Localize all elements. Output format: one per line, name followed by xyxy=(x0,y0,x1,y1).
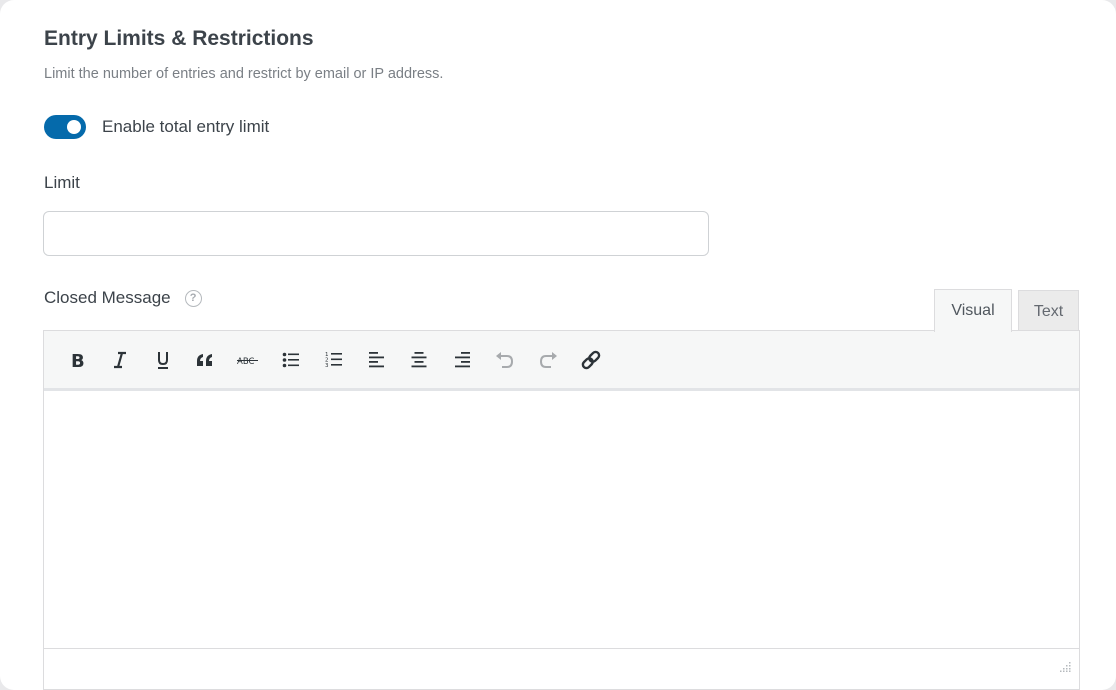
limit-input[interactable] xyxy=(43,211,709,256)
align-center-button[interactable] xyxy=(404,345,434,375)
closed-message-editor: B ABC 1 2 3 xyxy=(43,330,1080,690)
entry-limit-toggle-row: Enable total entry limit xyxy=(44,114,269,140)
align-right-icon xyxy=(453,351,471,368)
editor-toolbar: B ABC 1 2 3 xyxy=(44,331,1079,391)
question-circle-icon[interactable]: ? xyxy=(184,289,202,307)
redo-button[interactable] xyxy=(533,345,563,375)
svg-text:B: B xyxy=(71,351,85,369)
numbered-list-button[interactable]: 1 2 3 xyxy=(319,345,349,375)
italic-icon xyxy=(112,351,128,369)
strikethrough-icon: ABC xyxy=(237,354,259,366)
section-description: Limit the number of entries and restrict… xyxy=(44,66,444,82)
bulleted-list-button[interactable] xyxy=(276,345,306,375)
numbered-list-icon: 1 2 3 xyxy=(325,351,343,368)
closed-message-label: Closed Message xyxy=(44,288,171,307)
entry-limit-toggle[interactable] xyxy=(44,115,86,139)
link-button[interactable] xyxy=(576,345,606,375)
redo-icon xyxy=(538,351,558,369)
align-left-icon xyxy=(368,351,386,368)
undo-icon xyxy=(495,351,515,369)
blockquote-icon xyxy=(195,352,215,368)
toggle-knob xyxy=(67,120,81,134)
align-center-icon xyxy=(410,351,428,368)
limit-label: Limit xyxy=(44,173,80,192)
bold-icon: B xyxy=(69,351,85,369)
resize-handle-icon[interactable] xyxy=(1060,659,1071,672)
undo-button[interactable] xyxy=(490,345,520,375)
closed-message-content[interactable] xyxy=(44,391,1079,649)
settings-card: Entry Limits & Restrictions Limit the nu… xyxy=(0,0,1116,690)
link-icon xyxy=(580,349,602,371)
entry-limit-toggle-label[interactable]: Enable total entry limit xyxy=(102,117,269,137)
underline-button[interactable] xyxy=(148,345,178,375)
align-left-button[interactable] xyxy=(362,345,392,375)
tab-text[interactable]: Text xyxy=(1018,290,1079,331)
editor-statusbar xyxy=(44,649,1079,689)
align-right-button[interactable] xyxy=(447,345,477,375)
bulleted-list-icon xyxy=(282,352,300,368)
strikethrough-button[interactable]: ABC xyxy=(233,345,263,375)
section-title: Entry Limits & Restrictions xyxy=(44,27,314,50)
closed-message-label-row: Closed Message ? xyxy=(44,288,202,308)
tab-visual[interactable]: Visual xyxy=(934,289,1012,332)
svg-text:ABC: ABC xyxy=(237,357,254,366)
underline-icon xyxy=(156,350,170,370)
blockquote-button[interactable] xyxy=(190,345,220,375)
svg-text:3: 3 xyxy=(325,363,329,368)
italic-button[interactable] xyxy=(105,345,135,375)
bold-button[interactable]: B xyxy=(62,345,92,375)
